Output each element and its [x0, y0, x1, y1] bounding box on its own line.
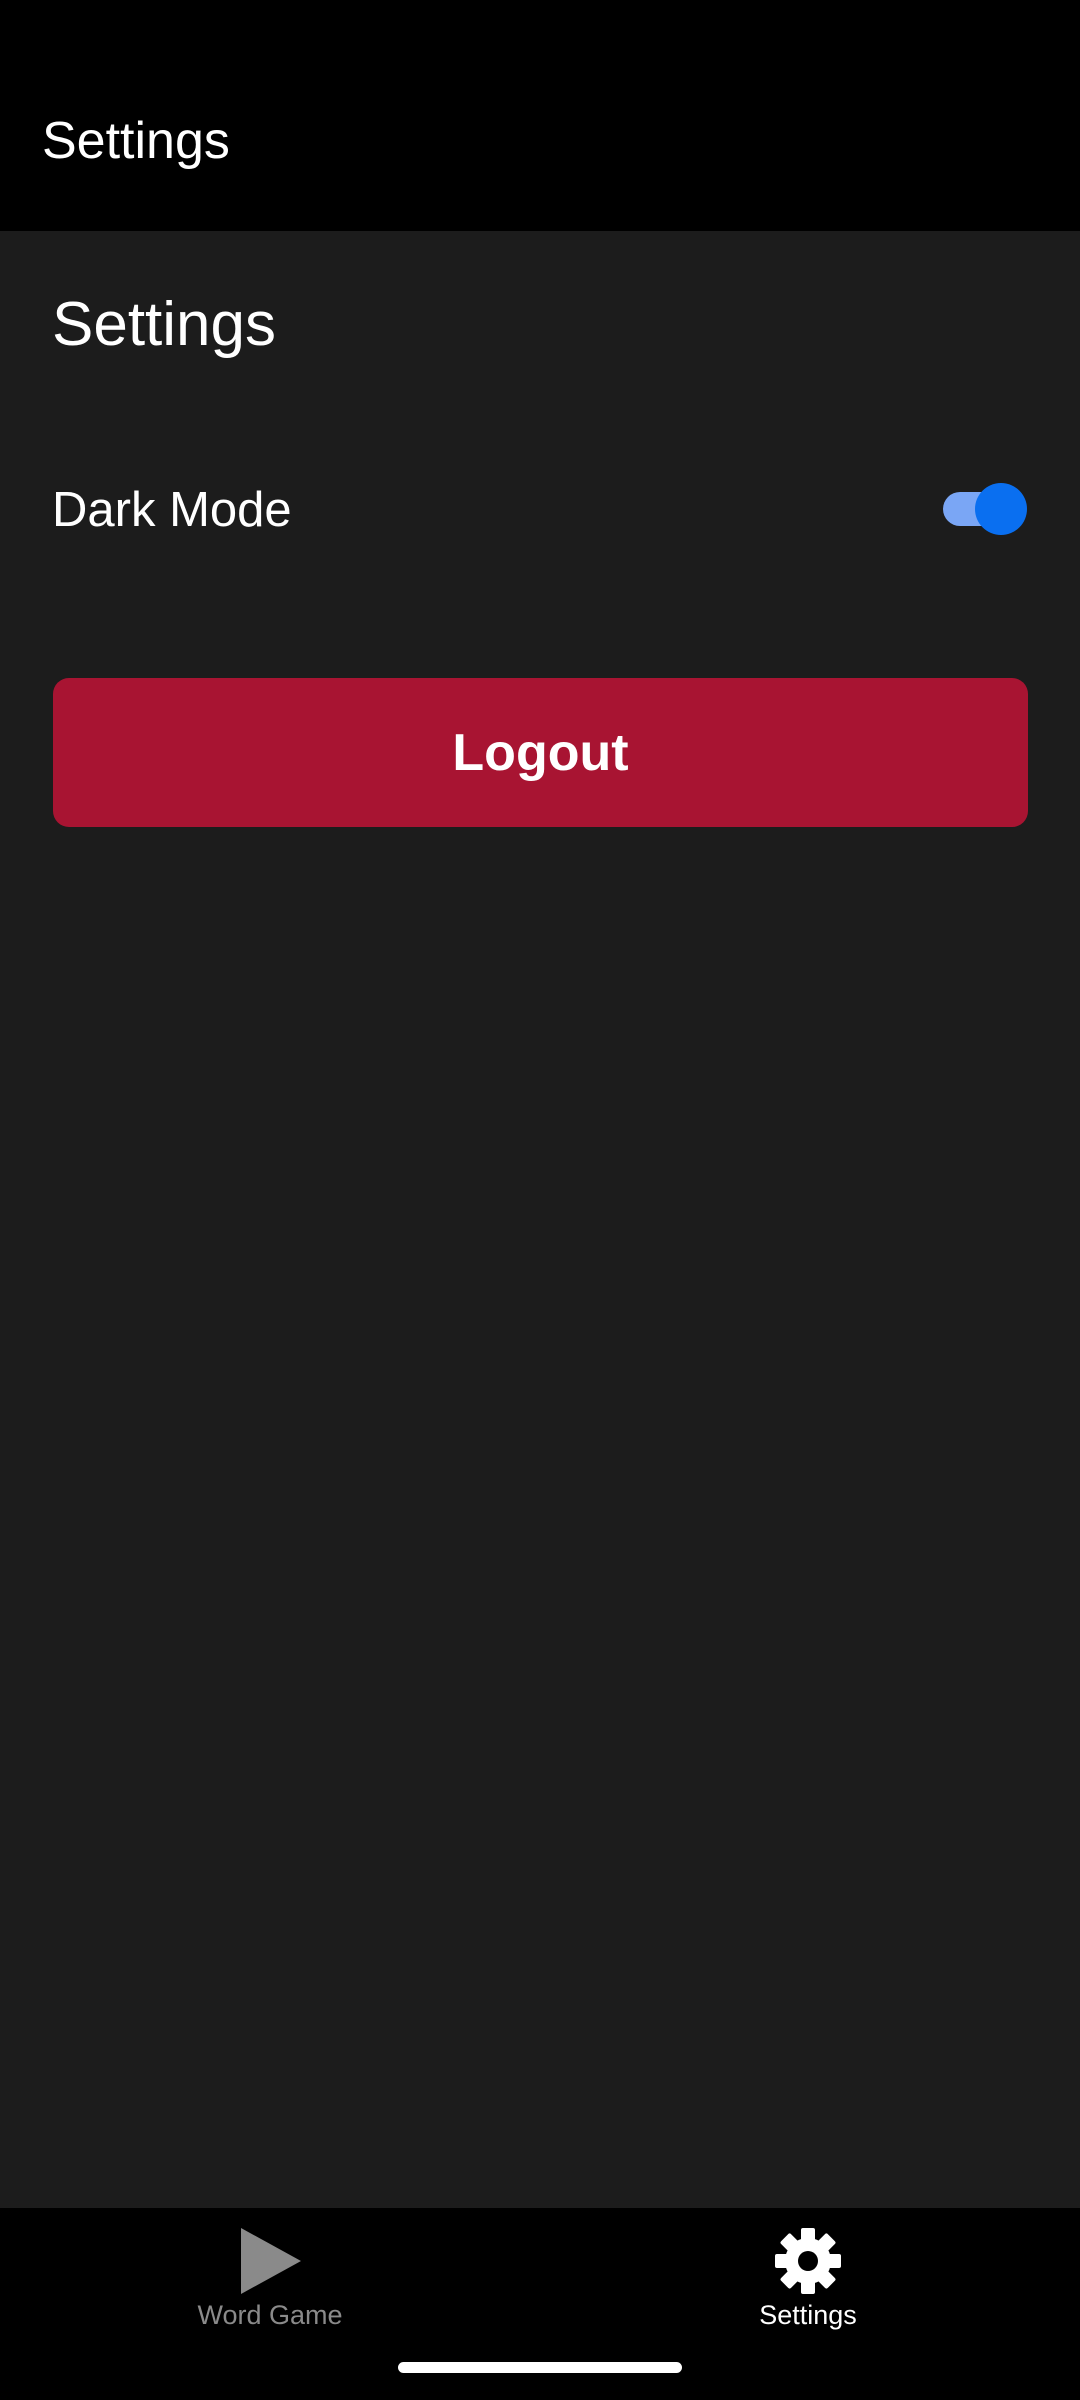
play-icon — [241, 2228, 301, 2294]
gear-icon — [775, 2228, 841, 2294]
bottom-navigation: Word Game Settings — [0, 2208, 1080, 2400]
nav-item-word-game[interactable]: Word Game — [120, 2226, 420, 2346]
app-bar-title: Settings — [42, 112, 230, 170]
nav-item-label: Settings — [759, 2300, 857, 2330]
toggle-thumb — [975, 483, 1027, 535]
page-title: Settings — [52, 290, 277, 359]
dark-mode-toggle[interactable] — [943, 476, 1027, 536]
app-bar: Settings — [0, 0, 1080, 231]
dark-mode-row: Dark Mode — [52, 470, 1027, 550]
settings-screen: Settings Settings Dark Mode Logout Word … — [0, 0, 1080, 2400]
home-indicator[interactable] — [398, 2362, 682, 2373]
logout-button-label: Logout — [452, 723, 629, 782]
nav-item-settings[interactable]: Settings — [658, 2226, 958, 2346]
logout-button[interactable]: Logout — [53, 678, 1028, 827]
nav-item-label: Word Game — [197, 2300, 343, 2330]
dark-mode-label: Dark Mode — [52, 483, 292, 537]
